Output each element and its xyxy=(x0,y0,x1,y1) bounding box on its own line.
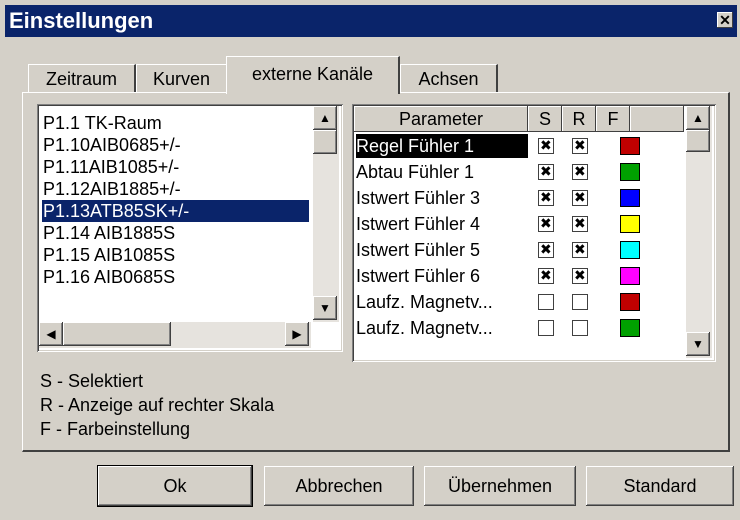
parameter-row[interactable]: Istwert Fühler 4 ✖ ✖ xyxy=(354,212,684,238)
right-scale-checkbox[interactable]: ✖ xyxy=(572,215,588,232)
scroll-thumb[interactable] xyxy=(313,130,337,154)
settings-dialog: Einstellungen ✕ Zeitraum Kurven externe … xyxy=(0,0,740,520)
right-scale-checkbox[interactable]: ✖ xyxy=(572,241,588,258)
select-checkbox[interactable] xyxy=(538,294,554,310)
check-icon: ✖ xyxy=(574,163,586,179)
listbox-hscrollbar[interactable]: ◀ ▶ xyxy=(39,322,311,348)
check-icon: ✖ xyxy=(540,189,552,205)
check-icon: ✖ xyxy=(540,267,552,283)
channel-list-item[interactable]: P1.14 AIB1885S xyxy=(43,222,311,244)
legend-s: S - Selektiert xyxy=(40,371,144,391)
right-scale-checkbox[interactable]: ✖ xyxy=(572,267,588,284)
channel-list-item[interactable]: P1.11AIB1085+/- xyxy=(43,156,311,178)
parameter-name[interactable]: Istwert Fühler 6 xyxy=(356,264,528,288)
channel-list-item[interactable]: P1.1 TK-Raum xyxy=(43,112,311,134)
close-icon[interactable]: ✕ xyxy=(717,12,733,28)
header-filler xyxy=(630,106,684,132)
legend-r: R - Anzeige auf rechter Skala xyxy=(40,395,275,415)
select-checkbox[interactable]: ✖ xyxy=(538,189,554,206)
grid-scroll-up-icon[interactable]: ▲ xyxy=(686,106,710,130)
select-checkbox[interactable]: ✖ xyxy=(538,137,554,154)
grid-vscrollbar[interactable]: ▲ ▼ xyxy=(686,106,712,358)
parameter-row[interactable]: Regel Fühler 1 ✖ ✖ xyxy=(354,134,684,160)
channel-list-item[interactable]: P1.16 AIB0685S xyxy=(43,266,311,288)
select-checkbox[interactable]: ✖ xyxy=(538,215,554,232)
header-f[interactable]: F xyxy=(596,106,630,132)
color-swatch[interactable] xyxy=(620,215,640,233)
channel-list-item[interactable]: P1.15 AIB1085S xyxy=(43,244,311,266)
right-scale-checkbox[interactable] xyxy=(572,294,588,310)
color-swatch[interactable] xyxy=(620,267,640,285)
check-icon: ✖ xyxy=(574,215,586,231)
parameter-grid[interactable]: Parameter S R F Regel Fühler 1 ✖ ✖ Abtau Fü… xyxy=(352,104,716,362)
parameter-row[interactable]: Abtau Fühler 1 ✖ ✖ xyxy=(354,160,684,186)
window-title: Einstellungen xyxy=(9,8,154,33)
check-icon: ✖ xyxy=(574,137,586,153)
color-swatch[interactable] xyxy=(620,319,640,337)
scroll-left-icon[interactable]: ◀ xyxy=(39,322,63,346)
color-swatch[interactable] xyxy=(620,293,640,311)
parameter-row[interactable]: Laufz. Magnetv... xyxy=(354,316,684,342)
parameter-name[interactable]: Istwert Fühler 5 xyxy=(356,238,528,262)
right-scale-checkbox[interactable]: ✖ xyxy=(572,189,588,206)
tab-externe-kanaele[interactable]: externe Kanäle xyxy=(226,56,400,94)
check-icon: ✖ xyxy=(574,241,586,257)
title-bar: Einstellungen ✕ xyxy=(5,5,737,37)
check-icon: ✖ xyxy=(574,267,586,283)
check-icon: ✖ xyxy=(540,137,552,153)
color-swatch[interactable] xyxy=(620,163,640,181)
right-scale-checkbox[interactable]: ✖ xyxy=(572,163,588,180)
color-swatch[interactable] xyxy=(620,137,640,155)
parameter-name[interactable]: Laufz. Magnetv... xyxy=(356,290,528,314)
parameter-row[interactable]: Istwert Fühler 5 ✖ ✖ xyxy=(354,238,684,264)
parameter-row[interactable]: Laufz. Magnetv... xyxy=(354,290,684,316)
ok-button[interactable]: Ok xyxy=(98,466,252,506)
standard-button[interactable]: Standard xyxy=(586,466,734,506)
parameter-row[interactable]: Istwert Fühler 3 ✖ ✖ xyxy=(354,186,684,212)
right-scale-checkbox[interactable] xyxy=(572,320,588,336)
grid-scroll-thumb[interactable] xyxy=(686,130,710,152)
tab-kurven[interactable]: Kurven xyxy=(136,64,228,92)
check-icon: ✖ xyxy=(540,215,552,231)
check-icon: ✖ xyxy=(540,241,552,257)
legend-f: F - Farbeinstellung xyxy=(40,419,191,439)
header-parameter[interactable]: Parameter xyxy=(354,106,528,132)
parameter-name[interactable]: Abtau Fühler 1 xyxy=(356,160,528,184)
color-swatch[interactable] xyxy=(620,241,640,259)
channel-list-item[interactable]: P1.12AIB1885+/- xyxy=(43,178,311,200)
header-s[interactable]: S xyxy=(528,106,562,132)
cancel-button[interactable]: Abbrechen xyxy=(264,466,414,506)
header-r[interactable]: R xyxy=(562,106,596,132)
parameter-name[interactable]: Istwert Fühler 4 xyxy=(356,212,528,236)
select-checkbox[interactable]: ✖ xyxy=(538,163,554,180)
right-scale-checkbox[interactable]: ✖ xyxy=(572,137,588,154)
parameter-name[interactable]: Regel Fühler 1 xyxy=(356,134,528,158)
check-icon: ✖ xyxy=(574,189,586,205)
color-swatch[interactable] xyxy=(620,189,640,207)
parameter-row[interactable]: Istwert Fühler 6 ✖ ✖ xyxy=(354,264,684,290)
channel-listbox[interactable]: P1.1 TK-Raum P1.10AIB0685+/- P1.11AIB1085+… xyxy=(37,104,343,352)
select-checkbox[interactable] xyxy=(538,320,554,336)
select-checkbox[interactable]: ✖ xyxy=(538,267,554,284)
select-checkbox[interactable]: ✖ xyxy=(538,241,554,258)
channel-list-item[interactable]: P1.10AIB0685+/- xyxy=(43,134,311,156)
listbox-vscrollbar[interactable]: ▲ ▼ xyxy=(313,106,339,322)
parameter-name[interactable]: Laufz. Magnetv... xyxy=(356,316,528,340)
hscroll-thumb[interactable] xyxy=(63,322,171,346)
parameter-name[interactable]: Istwert Fühler 3 xyxy=(356,186,528,210)
channel-list-item[interactable]: P1.13ATB85SK+/- xyxy=(42,200,309,222)
scroll-down-icon[interactable]: ▼ xyxy=(313,296,337,320)
scroll-up-icon[interactable]: ▲ xyxy=(313,106,337,130)
check-icon: ✖ xyxy=(540,163,552,179)
tab-zeitraum[interactable]: Zeitraum xyxy=(28,64,136,92)
scroll-right-icon[interactable]: ▶ xyxy=(285,322,309,346)
apply-button[interactable]: Übernehmen xyxy=(424,466,576,506)
grid-scroll-down-icon[interactable]: ▼ xyxy=(686,332,710,356)
tab-achsen[interactable]: Achsen xyxy=(400,64,498,92)
